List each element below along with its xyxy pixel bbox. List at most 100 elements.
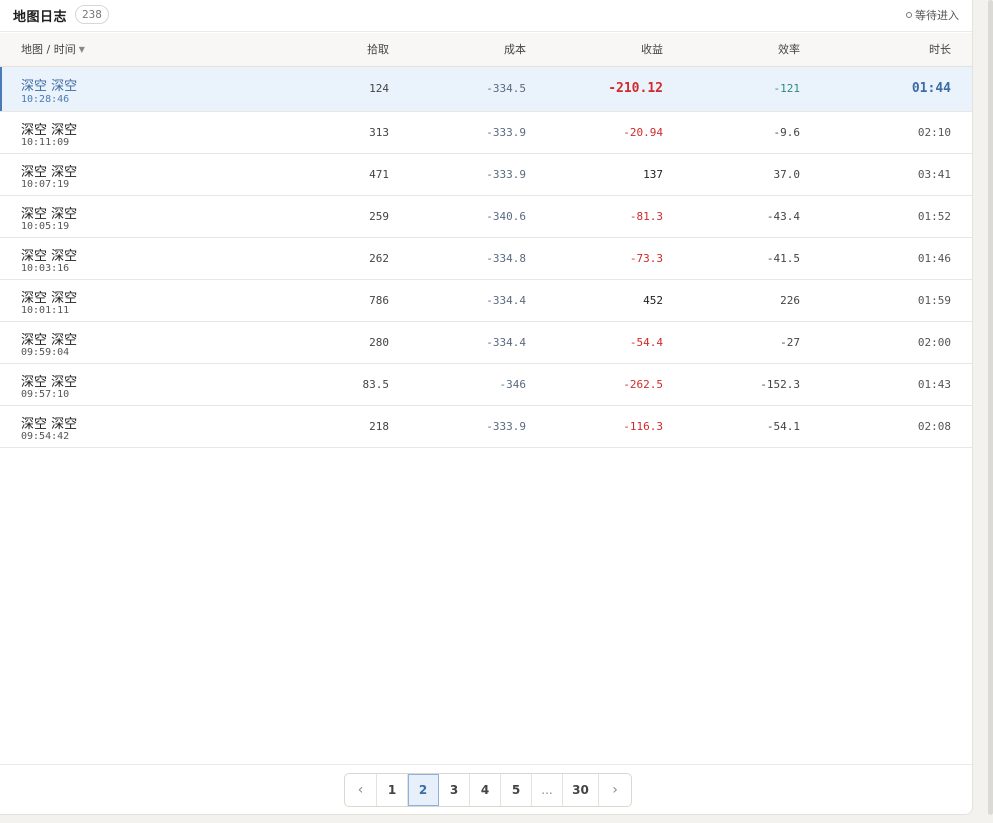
row-efficiency: -121: [773, 82, 801, 95]
count-badge: 238: [75, 5, 109, 24]
table-row[interactable]: 深空 深空 10:01:11 786 -334.4 452 226 01:59: [0, 280, 972, 322]
row-cost: -334.4: [486, 294, 526, 307]
table-body: 深空 深空 10:28:46 124 -334.5 -210.12 -121 01:44 深空…: [0, 67, 972, 448]
row-pick: 83.5: [362, 378, 390, 391]
row-profit: -54.4: [629, 336, 663, 349]
row-cost: -334.8: [486, 252, 526, 265]
table-row[interactable]: 深空 深空 10:05:19 259 -340.6 -81.3 -43.4 01:52: [0, 196, 972, 238]
row-time: 09:57:10: [21, 389, 70, 400]
table-row[interactable]: 深空 深空 09:54:42 218 -333.9 -116.3 -54.1 02:08: [0, 406, 972, 448]
row-time: 10:03:16: [21, 263, 70, 274]
row-pick: 786: [369, 294, 389, 307]
row-time: 10:07:19: [21, 179, 70, 190]
column-header-map-time[interactable]: 地图 / 时间 ▼: [21, 33, 85, 67]
table-row[interactable]: 深空 深空 10:28:46 124 -334.5 -210.12 -121 01:44: [0, 67, 972, 112]
row-profit: 137: [643, 168, 663, 181]
pagination-page-4[interactable]: 4: [470, 774, 501, 806]
row-efficiency: 226: [780, 294, 800, 307]
row-map-name: 深空 深空: [21, 333, 78, 348]
pagination-page-2[interactable]: 2: [408, 774, 439, 806]
row-pick: 259: [369, 210, 389, 223]
row-cost: -334.4: [486, 336, 526, 349]
scrollbar-thumb[interactable]: [988, 0, 993, 815]
footer-divider: [0, 764, 972, 765]
column-header-duration[interactable]: 时长: [929, 33, 951, 67]
row-efficiency: 37.0: [773, 168, 801, 181]
pagination-ellipsis: ...: [532, 774, 563, 806]
row-profit: -81.3: [629, 210, 663, 223]
map-log-panel: 地图日志 238 等待进入 地图 / 时间 ▼ 拾取 成本 收益 效率 时长 深空…: [0, 0, 973, 815]
row-pick: 262: [369, 252, 389, 265]
sort-down-icon: ▼: [78, 45, 85, 54]
row-duration: 02:08: [917, 420, 951, 433]
table-row[interactable]: 深空 深空 09:57:10 83.5 -346 -262.5 -152.3 01:43: [0, 364, 972, 406]
panel-title: 地图日志: [13, 10, 68, 25]
panel-header: 地图日志 238 等待进入: [0, 0, 972, 32]
row-profit: -210.12: [608, 81, 663, 96]
row-time: 10:11:09: [21, 137, 70, 148]
pagination: ‹ 1 2 3 4 5... 30 ›: [344, 773, 632, 807]
row-profit: -73.3: [629, 252, 663, 265]
row-cost: -346: [499, 378, 527, 391]
row-profit: 452: [643, 294, 663, 307]
row-time: 10:01:11: [21, 305, 70, 316]
pagination-next-icon[interactable]: ›: [599, 774, 631, 806]
row-efficiency: -54.1: [766, 420, 800, 433]
pagination-prev-icon[interactable]: ‹: [345, 774, 377, 806]
row-map-name: 深空 深空: [21, 417, 78, 432]
pagination-page-1[interactable]: 1: [377, 774, 408, 806]
row-duration: 01:52: [917, 210, 951, 223]
status-text: 等待进入: [915, 9, 959, 22]
column-header-profit[interactable]: 收益: [641, 33, 663, 67]
row-time: 09:54:42: [21, 431, 70, 442]
table-row[interactable]: 深空 深空 09:59:04 280 -334.4 -54.4 -27 02:00: [0, 322, 972, 364]
table-row[interactable]: 深空 深空 10:11:09 313 -333.9 -20.94 -9.6 02:10: [0, 112, 972, 154]
pagination-page-3[interactable]: 3: [439, 774, 470, 806]
row-cost: -340.6: [486, 210, 526, 223]
row-efficiency: -152.3: [760, 378, 800, 391]
row-time: 09:59:04: [21, 347, 70, 358]
row-map-name: 深空 深空: [21, 165, 78, 180]
status-indicator: 等待进入: [906, 7, 959, 23]
pagination-page-30[interactable]: 30: [563, 774, 599, 806]
row-profit: -20.94: [623, 126, 663, 139]
row-efficiency: -43.4: [766, 210, 800, 223]
row-duration: 01:43: [917, 378, 951, 391]
row-duration: 02:10: [917, 126, 951, 139]
row-pick: 280: [369, 336, 389, 349]
row-time: 10:05:19: [21, 221, 70, 232]
table-row[interactable]: 深空 深空 10:07:19 471 -333.9 137 37.0 03:41: [0, 154, 972, 196]
row-duration: 01:44: [911, 81, 951, 96]
row-efficiency: -27: [780, 336, 800, 349]
table-header: 地图 / 时间 ▼ 拾取 成本 收益 效率 时长: [0, 33, 972, 67]
row-time: 10:28:46: [21, 94, 70, 105]
row-duration: 01:59: [917, 294, 951, 307]
column-header-pick[interactable]: 拾取: [367, 33, 389, 67]
pagination-page-5[interactable]: 5: [501, 774, 532, 806]
column-header-map-time-label: 地图 / 时间: [21, 43, 76, 56]
row-map-name: 深空 深空: [21, 123, 78, 138]
row-cost: -333.9: [486, 126, 526, 139]
row-duration: 01:46: [917, 252, 951, 265]
row-map-name: 深空 深空: [21, 207, 78, 222]
row-cost: -334.5: [486, 82, 526, 95]
row-map-name: 深空 深空: [21, 291, 78, 306]
row-pick: 471: [369, 168, 389, 181]
row-map-name: 深空 深空: [21, 79, 78, 94]
row-duration: 02:00: [917, 336, 951, 349]
row-pick: 313: [369, 126, 389, 139]
row-efficiency: -9.6: [773, 126, 801, 139]
row-pick: 124: [369, 82, 389, 95]
row-profit: -262.5: [623, 378, 663, 391]
status-dot-icon: [906, 12, 912, 18]
row-map-name: 深空 深空: [21, 375, 78, 390]
row-efficiency: -41.5: [766, 252, 800, 265]
table-row[interactable]: 深空 深空 10:03:16 262 -334.8 -73.3 -41.5 01:46: [0, 238, 972, 280]
row-cost: -333.9: [486, 420, 526, 433]
row-duration: 03:41: [917, 168, 951, 181]
column-header-efficiency[interactable]: 效率: [778, 33, 800, 67]
row-map-name: 深空 深空: [21, 249, 78, 264]
row-pick: 218: [369, 420, 389, 433]
column-header-cost[interactable]: 成本: [504, 33, 526, 67]
row-profit: -116.3: [623, 420, 663, 433]
